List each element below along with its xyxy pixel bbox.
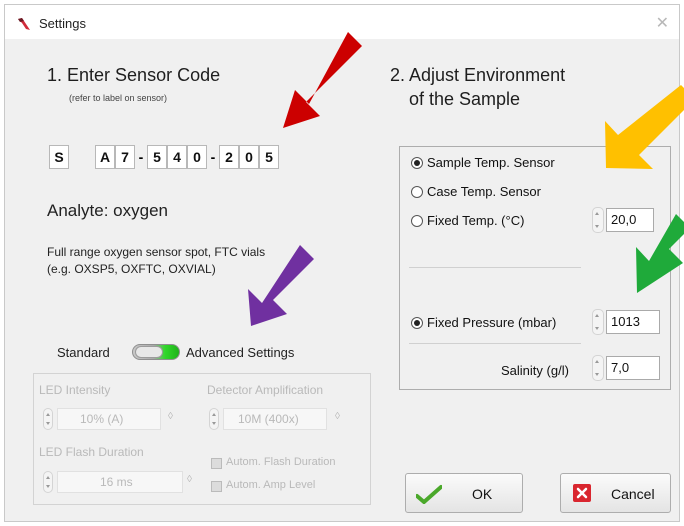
orange-arrow-icon [605,85,684,169]
annotation-arrows [248,32,684,326]
red-arrow-icon [283,32,362,128]
green-arrow-icon [636,214,684,293]
purple-arrow-icon [248,245,314,326]
